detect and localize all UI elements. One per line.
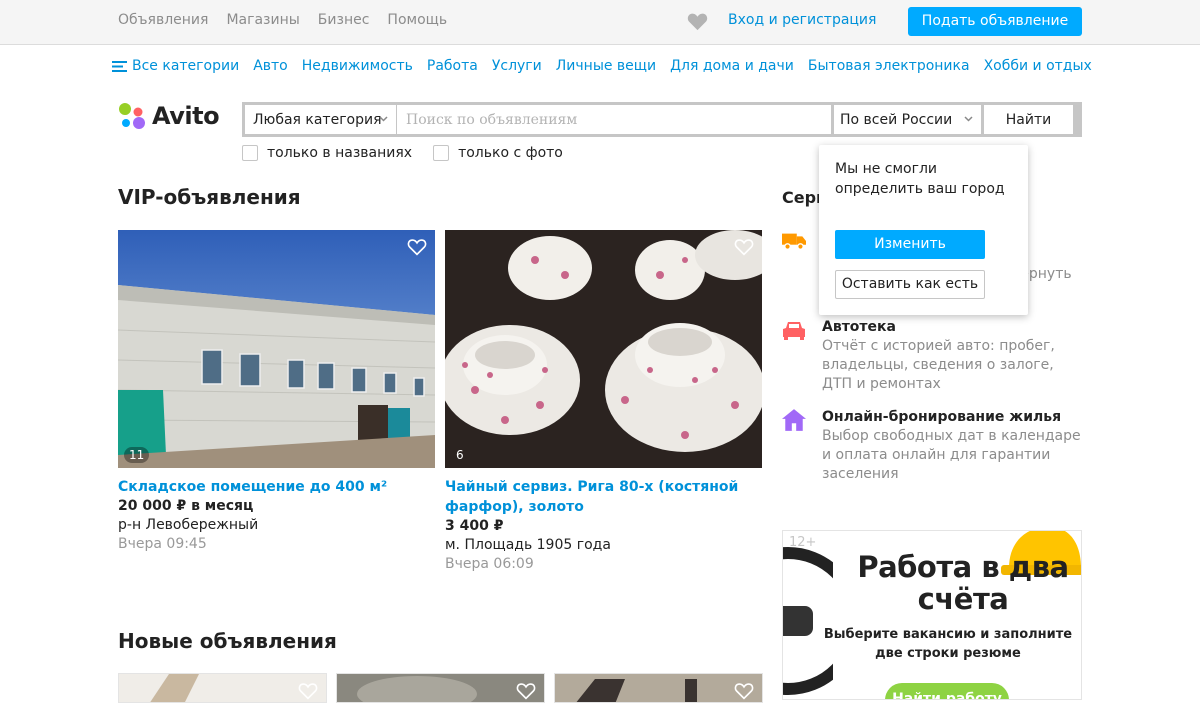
menu-icon: [112, 60, 127, 72]
listing-photo: [337, 674, 544, 702]
warehouse-photo: [118, 230, 435, 468]
listing-photo: [555, 674, 762, 702]
find-job-button[interactable]: Найти работу: [885, 683, 1009, 699]
category-realty[interactable]: Недвижимость: [302, 58, 413, 74]
change-city-button[interactable]: Изменить: [835, 230, 985, 259]
heart-icon[interactable]: [734, 238, 754, 256]
nav-ads[interactable]: Объявления: [118, 12, 208, 28]
ad-headline: Работа в два счёта: [857, 550, 1069, 616]
listing-location: м. Площадь 1905 года: [445, 537, 611, 553]
nav-help[interactable]: Помощь: [387, 12, 447, 28]
top-bar: Объявления Магазины Бизнес Помощь Вход и…: [0, 0, 1200, 45]
ad-subtext: Выберите вакансию и заполните две строки…: [823, 627, 1073, 661]
listing-location: р-н Левобережный: [118, 517, 259, 533]
logo-dots-icon: [119, 103, 145, 129]
heart-icon[interactable]: [407, 238, 427, 256]
house-icon: [782, 409, 806, 431]
only-photo-label[interactable]: только с фото: [458, 145, 563, 161]
heart-icon[interactable]: [298, 682, 318, 700]
top-nav: Объявления Магазины Бизнес Помощь: [118, 12, 447, 28]
truck-icon: [782, 233, 806, 250]
tea-set-photo: [445, 230, 762, 468]
listing-title[interactable]: Чайный сервиз. Рига 80-х (костяной фарфо…: [445, 477, 762, 517]
category-jobs[interactable]: Работа: [427, 58, 478, 74]
search-placeholder: Поиск по объявлениям: [406, 111, 578, 128]
new-ad-thumb[interactable]: [554, 673, 763, 703]
service-desc: Выбор свободных дат в календаре и оплата…: [822, 428, 1081, 482]
region-select-value: По всей России: [840, 111, 953, 128]
listing-time: Вчера 09:45: [118, 536, 207, 552]
category-home[interactable]: Для дома и дачи: [670, 58, 794, 74]
heart-icon[interactable]: [687, 12, 708, 31]
post-ad-button[interactable]: Подать объявление: [908, 7, 1082, 36]
chevron-down-icon: [964, 116, 973, 122]
search-input[interactable]: Поиск по объявлениям: [397, 105, 834, 134]
city-popup-text: Мы не смогли определить ваш город: [835, 161, 1005, 197]
category-electronics[interactable]: Бытовая электроника: [808, 58, 970, 74]
login-link[interactable]: Вход и регистрация: [728, 12, 876, 28]
heart-icon[interactable]: [516, 682, 536, 700]
photo-count: 6: [456, 448, 464, 462]
search-options: только в названиях только с фото: [242, 145, 563, 161]
only-titles-checkbox[interactable]: [242, 145, 258, 161]
chevron-down-icon: [379, 116, 388, 122]
service-autoteka[interactable]: Автотека Отчёт с историей авто: пробег, …: [782, 317, 1082, 394]
service-name: Онлайн-бронирование жилья: [822, 409, 1062, 425]
listing-time: Вчера 06:09: [445, 556, 534, 572]
vip-title: VIP-объявления: [118, 185, 301, 209]
only-titles-label[interactable]: только в названиях: [267, 145, 412, 161]
only-photo-checkbox[interactable]: [433, 145, 450, 161]
category-personal[interactable]: Личные вещи: [556, 58, 656, 74]
search-bar: Любая категория Поиск по объявлениям По …: [242, 102, 1082, 137]
all-categories-link[interactable]: Все категории: [112, 58, 239, 74]
service-booking[interactable]: Онлайн-бронирование жилья Выбор свободны…: [782, 407, 1082, 484]
category-select-value: Любая категория: [253, 111, 382, 128]
listing-title[interactable]: Складское помещение до 400 м²: [118, 477, 435, 497]
service-desc: Отчёт с историей авто: пробег, владельцы…: [822, 338, 1055, 392]
new-ad-thumb[interactable]: [336, 673, 545, 703]
category-auto[interactable]: Авто: [253, 58, 288, 74]
age-rating: 12+: [789, 535, 817, 550]
listing-photo: [150, 674, 199, 702]
category-select[interactable]: Любая категория: [245, 105, 397, 134]
vip-card[interactable]: 11 Складское помещение до 400 м² 20 000 …: [118, 230, 435, 554]
region-select[interactable]: По всей России: [834, 105, 984, 134]
photo-count: 11: [124, 447, 150, 463]
new-ad-thumb[interactable]: [118, 673, 327, 703]
job-ad-banner[interactable]: 12+ Работа в два счёта Выберите вакансию…: [782, 530, 1082, 700]
category-bar: Все категории Авто Недвижимость Работа У…: [112, 58, 1092, 74]
city-detect-popup: Мы не смогли определить ваш город Измени…: [819, 145, 1028, 315]
keep-city-button[interactable]: Оставить как есть: [835, 270, 985, 299]
heart-icon[interactable]: [734, 682, 754, 700]
steering-wheel-image: [783, 547, 833, 695]
avito-logo[interactable]: Avito: [118, 102, 220, 130]
car-icon: [783, 322, 805, 340]
search-button[interactable]: Найти: [984, 105, 1073, 134]
category-services[interactable]: Услуги: [492, 58, 542, 74]
nav-business[interactable]: Бизнес: [318, 12, 370, 28]
all-categories-label: Все категории: [132, 58, 240, 74]
listing-photo[interactable]: 11: [118, 230, 435, 468]
listing-price: 3 400 ₽: [445, 518, 504, 534]
service-name: Автотека: [822, 319, 896, 335]
category-hobby[interactable]: Хобби и отдых: [984, 58, 1092, 74]
nav-shops[interactable]: Магазины: [226, 12, 299, 28]
listing-photo[interactable]: 6: [445, 230, 762, 468]
logo-text: Avito: [152, 102, 220, 130]
vip-card[interactable]: 6 Чайный сервиз. Рига 80-х (костяной фар…: [445, 230, 762, 574]
listing-price: 20 000 ₽ в месяц: [118, 498, 254, 514]
new-ads-title: Новые объявления: [118, 629, 337, 653]
